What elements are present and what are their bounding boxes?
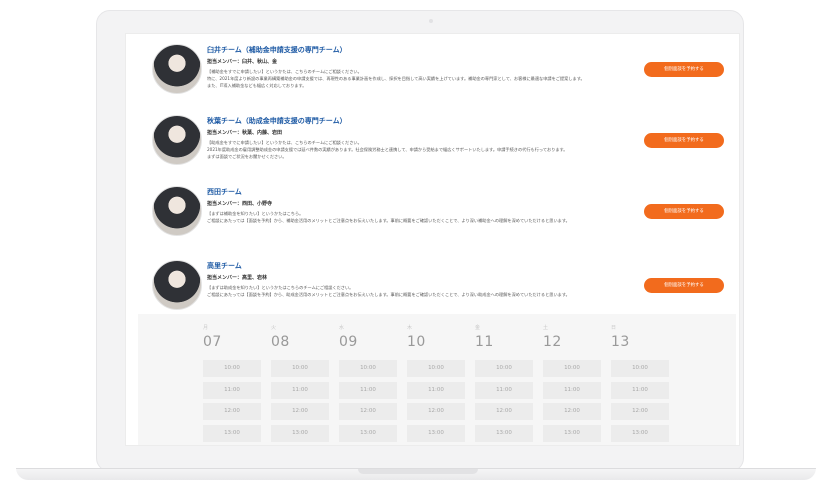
team-name: 臼井チーム（補助金申請支援の専門チーム） (207, 46, 347, 54)
day-date: 13 (611, 334, 630, 350)
team-photo (152, 44, 202, 94)
day-date: 10 (407, 334, 426, 350)
time-slot[interactable]: 10:00 (475, 360, 533, 377)
time-slot[interactable]: 13:00 (339, 425, 397, 442)
calendar-day: 火 08 10:00 11:00 12:00 13:00 (271, 314, 337, 445)
calendar-day: 木 10 10:00 11:00 12:00 13:00 (407, 314, 473, 445)
day-date: 09 (339, 334, 358, 350)
reserve-meeting-button[interactable]: 個別面談を予約する (644, 133, 724, 148)
time-slot[interactable]: 13:00 (611, 425, 669, 442)
calendar-day: 金 11 10:00 11:00 12:00 13:00 (475, 314, 541, 445)
time-slot[interactable]: 12:00 (271, 403, 329, 420)
day-of-week: 水 (339, 325, 345, 331)
day-of-week: 火 (271, 325, 277, 331)
team-description: 【まずは助成金を知りたい】というかたはこちらのチームにご相談ください。 ご相談に… (207, 285, 570, 297)
time-slot[interactable]: 10:00 (407, 360, 465, 377)
team-photo (152, 260, 202, 310)
time-slot[interactable]: 12:00 (611, 403, 669, 420)
time-slot[interactable]: 10:00 (339, 360, 397, 377)
screen: 臼井チーム（補助金申請支援の専門チーム） 担当メンバー：臼井、秋山、金 【補助金… (125, 33, 740, 446)
team-row-akiba: 秋葉チーム（助成金申請支援の専門チーム） 担当メンバー：秋葉、内藤、岩田 【助成… (126, 115, 739, 179)
time-slot[interactable]: 13:00 (475, 425, 533, 442)
day-date: 08 (271, 334, 290, 350)
time-slot[interactable]: 11:00 (407, 382, 465, 399)
time-slot[interactable]: 12:00 (543, 403, 601, 420)
day-of-week: 木 (407, 325, 413, 331)
time-slot[interactable]: 11:00 (203, 382, 261, 399)
time-slot[interactable]: 10:00 (271, 360, 329, 377)
time-slot[interactable]: 10:00 (543, 360, 601, 377)
team-row-usui: 臼井チーム（補助金申請支援の専門チーム） 担当メンバー：臼井、秋山、金 【補助金… (126, 44, 739, 108)
day-date: 11 (475, 334, 494, 350)
time-slot[interactable]: 10:00 (611, 360, 669, 377)
reserve-meeting-button[interactable]: 個別面談を予約する (644, 204, 724, 219)
team-members: 担当メンバー：秋葉、内藤、岩田 (207, 130, 283, 136)
time-slot[interactable]: 11:00 (271, 382, 329, 399)
reserve-meeting-button[interactable]: 個別面談を予約する (644, 278, 724, 293)
time-slot[interactable]: 11:00 (475, 382, 533, 399)
time-slot[interactable]: 11:00 (543, 382, 601, 399)
calendar-day: 土 12 10:00 11:00 12:00 13:00 (543, 314, 609, 445)
camera-icon (429, 19, 433, 23)
calendar-day: 日 13 10:00 11:00 12:00 13:00 (611, 314, 677, 445)
booking-calendar: 月 07 10:00 11:00 12:00 13:00 火 08 10:00 … (138, 314, 736, 445)
team-members: 担当メンバー：西田、小野寺 (207, 201, 273, 207)
day-date: 12 (543, 334, 562, 350)
time-slot[interactable]: 12:00 (475, 403, 533, 420)
calendar-day: 水 09 10:00 11:00 12:00 13:00 (339, 314, 405, 445)
team-row-nishida: 西田チーム 担当メンバー：西田、小野寺 【まずは補助金を知りたい】というかたはこ… (126, 186, 739, 250)
team-description: 【助成金をすでに申請したい】というかたは、こちらのチームにご相談ください。 20… (207, 140, 568, 159)
time-slot[interactable]: 13:00 (203, 425, 261, 442)
team-description: 【まずは補助金を知りたい】というかたはこちら。 ご相談にあたっては【面談を予約】… (207, 211, 570, 223)
day-of-week: 月 (203, 325, 209, 331)
day-of-week: 土 (543, 325, 549, 331)
time-slot[interactable]: 13:00 (543, 425, 601, 442)
time-slot[interactable]: 12:00 (339, 403, 397, 420)
day-date: 07 (203, 334, 222, 350)
team-members: 担当メンバー：臼井、秋山、金 (207, 59, 278, 65)
time-slot[interactable]: 11:00 (339, 382, 397, 399)
time-slot[interactable]: 13:00 (271, 425, 329, 442)
team-photo (152, 186, 202, 236)
reserve-meeting-button[interactable]: 個別面談を予約する (644, 62, 724, 77)
team-name: 高里チーム (207, 262, 242, 270)
time-slot[interactable]: 11:00 (611, 382, 669, 399)
laptop-notch (358, 469, 478, 474)
time-slot[interactable]: 12:00 (407, 403, 465, 420)
day-of-week: 日 (611, 325, 617, 331)
time-slot[interactable]: 10:00 (203, 360, 261, 377)
time-slot[interactable]: 13:00 (407, 425, 465, 442)
team-description: 【補助金をすでに申請したい】というかたは、こちらのチームにご相談ください。 特に… (207, 69, 585, 88)
team-name: 西田チーム (207, 188, 242, 196)
team-members: 担当メンバー：高里、岩林 (207, 275, 268, 281)
team-photo (152, 115, 202, 165)
team-name: 秋葉チーム（助成金申請支援の専門チーム） (207, 117, 347, 125)
day-of-week: 金 (475, 325, 481, 331)
calendar-day: 月 07 10:00 11:00 12:00 13:00 (203, 314, 269, 445)
time-slot[interactable]: 12:00 (203, 403, 261, 420)
